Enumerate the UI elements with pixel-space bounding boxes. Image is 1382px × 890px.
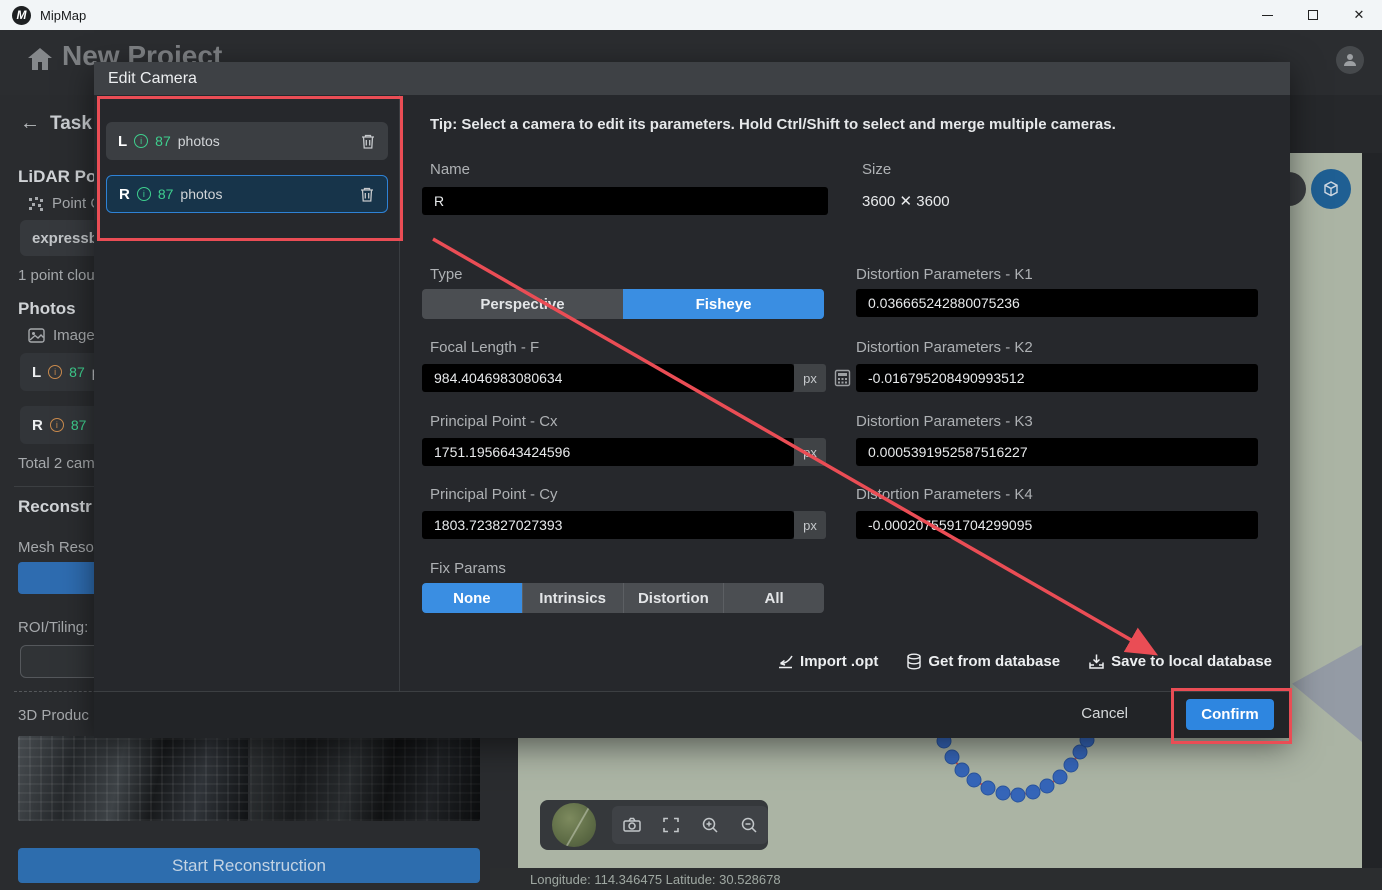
point-cloud-icon [28,196,44,212]
camera-card-count: 87 [69,364,85,380]
k4-input[interactable]: -0.0002075591704299095 [856,511,1258,539]
dialog-footer: Cancel Confirm [94,691,1290,738]
name-input[interactable]: R [422,187,828,215]
zoom-in-icon[interactable] [700,815,720,835]
size-label: Size [862,161,891,178]
fix-params-label: Fix Params [430,560,506,577]
title-bar: M MipMap ✕ [0,0,1382,30]
annotation-box-camera-list [97,96,403,241]
focal-unit-badge: px [794,364,826,392]
name-label: Name [430,161,470,178]
coordinates-readout: Longitude: 114.346475 Latitude: 30.52867… [530,872,781,887]
close-button[interactable]: ✕ [1336,0,1382,30]
focal-length-label: Focal Length - F [430,339,539,356]
import-opt-link[interactable]: Import .opt [777,653,878,670]
focal-length-input[interactable]: 984.4046983080634 [422,364,794,392]
k4-label: Distortion Parameters - K4 [856,486,1033,503]
images-icon [28,328,45,343]
principal-cx-input[interactable]: 1751.1956643424596 [422,438,794,466]
k3-input[interactable]: 0.0005391952587516227 [856,438,1258,466]
dialog-tip: Tip: Select a camera to edit its paramet… [430,116,1116,133]
app-title: MipMap [40,8,86,23]
product-thumbnail-mesh[interactable] [18,736,248,821]
save-to-local-database-label: Save to local database [1111,653,1272,670]
save-icon [1088,653,1105,670]
cx-unit-badge: px [794,438,826,466]
fix-option-none[interactable]: None [422,583,522,613]
maximize-button[interactable] [1290,0,1336,30]
cancel-button[interactable]: Cancel [1081,705,1128,722]
map-tool-group [612,806,768,844]
fix-params-segmented-control: None Intrinsics Distortion All [422,583,824,613]
principal-cx-label: Principal Point - Cx [430,413,558,430]
fix-option-all[interactable]: All [723,583,824,613]
save-to-local-database-link[interactable]: Save to local database [1088,653,1272,670]
database-actions: Import .opt Get from database Save [777,653,1272,670]
window-controls: ✕ [1244,0,1382,30]
mesh-resolution-label: Mesh Reso [18,539,94,556]
principal-cy-label: Principal Point - Cy [430,486,558,503]
back-arrow-icon[interactable]: ← [20,112,40,135]
fix-option-intrinsics[interactable]: Intrinsics [522,583,623,613]
import-icon [777,654,794,669]
fit-view-icon[interactable] [661,815,681,835]
camera-card-name: L [32,364,41,381]
database-icon [906,653,922,670]
cy-unit-badge: px [794,511,826,539]
lidar-heading: LiDAR Poi [18,167,101,187]
roi-tiling-label: ROI/Tiling: [18,619,88,636]
principal-cy-input[interactable]: 1803.723827027393 [422,511,794,539]
map-right-gutter [1362,153,1382,868]
product-thumbnail-pointcloud[interactable] [250,736,480,821]
point-cloud-count: 1 point cloud [18,267,103,284]
products-heading: 3D Produc [18,707,89,724]
zoom-out-icon[interactable] [739,815,759,835]
map-3d-view-button[interactable] [1311,169,1351,209]
map-basemap-preview[interactable] [552,803,596,847]
camera-card-name: R [32,417,43,434]
sidebar-item-images[interactable]: Images [28,327,102,344]
k3-label: Distortion Parameters - K3 [856,413,1033,430]
size-value: 3600 ✕ 3600 [862,192,950,210]
annotation-box-confirm [1171,688,1292,744]
map-toolbar [540,800,768,850]
cube-icon [1322,180,1340,198]
person-icon [1342,52,1358,68]
dialog-header: Edit Camera [94,62,1290,95]
reconstruction-heading: Reconstr [18,497,92,517]
camera-total: Total 2 came [18,455,103,472]
k1-input[interactable]: 0.036665242880075236 [856,289,1258,317]
type-option-perspective[interactable]: Perspective [422,289,623,319]
camera-card-count: 87 [71,417,87,433]
camera-capture-icon[interactable] [622,815,642,835]
type-segmented-control: Perspective Fisheye [422,289,824,319]
import-opt-label: Import .opt [800,653,878,670]
point-cloud-card-label: expressb [32,230,98,247]
type-option-fisheye[interactable]: Fisheye [623,289,824,319]
get-from-database-label: Get from database [928,653,1060,670]
get-from-database-link[interactable]: Get from database [906,653,1060,670]
app-window: New Project ← Task LiDAR Poi Point Cl ex… [0,0,1382,890]
info-icon: i [48,365,62,379]
dialog-title: Edit Camera [108,70,197,88]
task-heading: Task [50,113,92,135]
user-avatar[interactable] [1336,46,1364,74]
fix-option-distortion[interactable]: Distortion [623,583,724,613]
home-icon[interactable] [26,46,54,72]
photos-heading: Photos [18,299,76,319]
type-label: Type [430,266,463,283]
k1-label: Distortion Parameters - K1 [856,266,1033,283]
calculator-icon[interactable] [834,369,851,387]
app-logo: M [12,6,31,25]
start-reconstruction-button[interactable]: Start Reconstruction [18,848,480,883]
k2-label: Distortion Parameters - K2 [856,339,1033,356]
info-icon: i [50,418,64,432]
minimize-button[interactable] [1244,0,1290,30]
k2-input[interactable]: -0.016795208490993512 [856,364,1258,392]
status-bar: Longitude: 114.346475 Latitude: 30.52867… [490,868,1382,890]
